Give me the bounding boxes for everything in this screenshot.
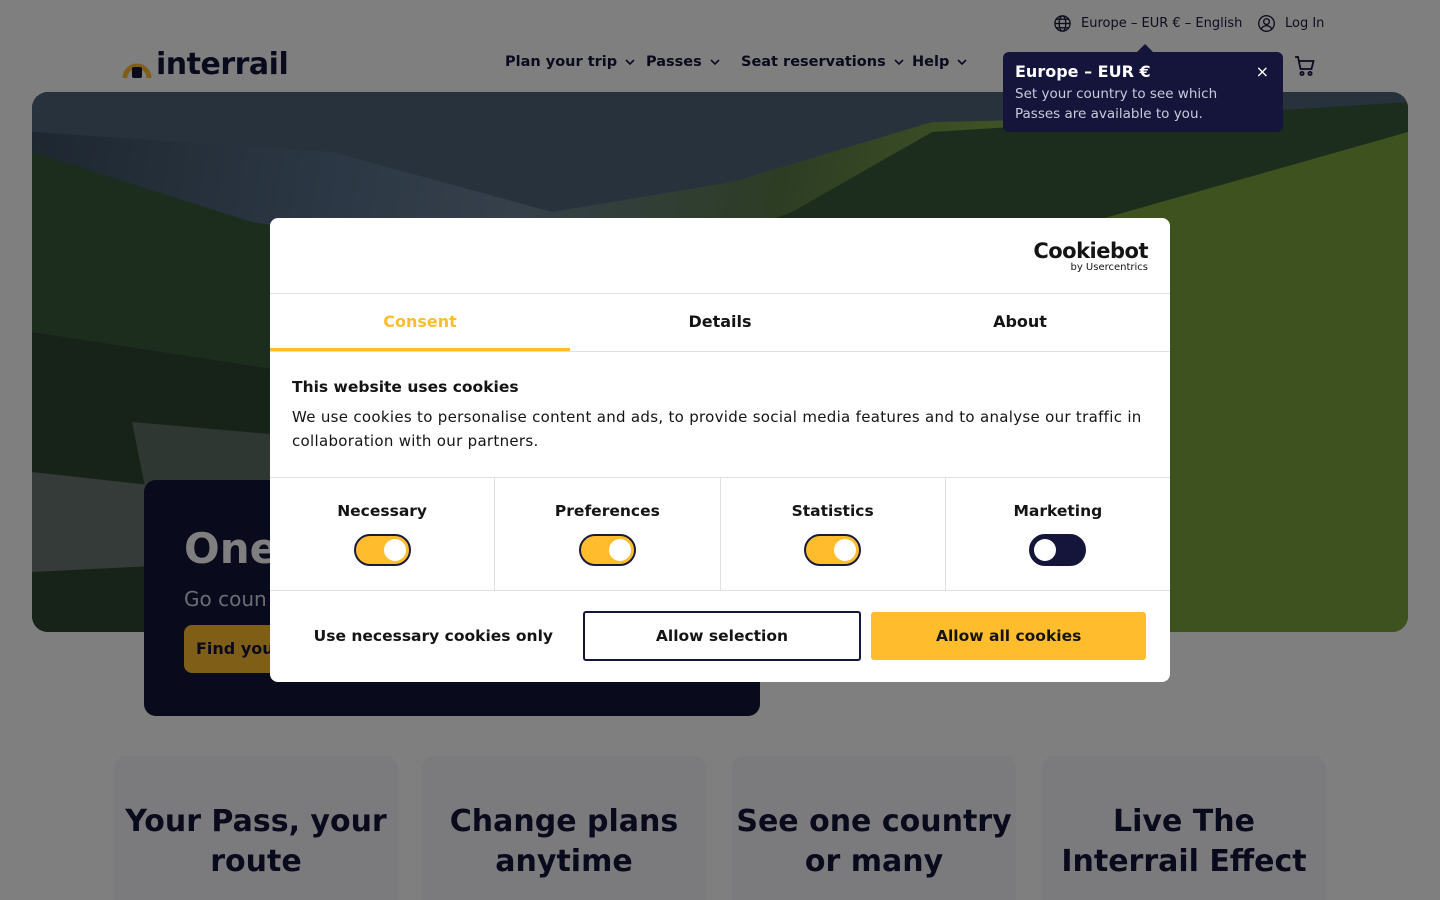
toggle-necessary[interactable]: [353, 534, 411, 566]
toggle-knob: [383, 539, 406, 561]
use-necessary-only-button[interactable]: Use necessary cookies only: [294, 611, 573, 661]
dialog-header: Cookiebot by Usercentrics: [270, 218, 1170, 294]
dialog-tabs: Consent Details About: [270, 294, 1170, 352]
toggle-preferences-cell: Preferences: [495, 478, 721, 590]
close-icon[interactable]: ×: [1256, 64, 1269, 80]
toggle-knob: [1034, 539, 1057, 561]
toggle-preferences[interactable]: [578, 534, 636, 566]
tab-about[interactable]: About: [870, 294, 1170, 351]
toggle-statistics[interactable]: [804, 534, 862, 566]
tab-consent[interactable]: Consent: [270, 294, 570, 351]
tab-details[interactable]: Details: [570, 294, 870, 351]
region-tooltip: Europe – EUR € Set your country to see w…: [1003, 44, 1283, 132]
toggle-knob: [608, 539, 631, 561]
cookiebot-logo: Cookiebot by Usercentrics: [1033, 240, 1148, 274]
toggle-marketing[interactable]: [1029, 534, 1087, 566]
toggle-label: Preferences: [554, 502, 660, 520]
toggle-label: Marketing: [1013, 502, 1103, 520]
cookiebot-logo-text: Cookiebot: [1033, 239, 1148, 263]
tooltip-title: Europe – EUR €: [1015, 62, 1151, 81]
consent-toggles: Necessary Preferences Statistics Marketi…: [270, 478, 1170, 591]
dialog-heading: This website uses cookies: [292, 378, 519, 396]
toggle-label: Statistics: [791, 502, 874, 520]
allow-all-cookies-button[interactable]: Allow all cookies: [871, 612, 1146, 660]
cookie-consent-dialog: Cookiebot by Usercentrics Consent Detail…: [270, 218, 1170, 682]
toggle-marketing-cell: Marketing: [946, 478, 1170, 590]
toggle-statistics-cell: Statistics: [721, 478, 946, 590]
dialog-body: This website uses cookies We use cookies…: [270, 352, 1170, 478]
dialog-actions: Use necessary cookies only Allow selecti…: [270, 591, 1170, 681]
toggle-necessary-cell: Necessary: [270, 478, 496, 590]
cookiebot-logo-subtext: by Usercentrics: [1070, 262, 1148, 273]
allow-selection-button[interactable]: Allow selection: [582, 611, 862, 661]
dialog-description: We use cookies to personalise content an…: [292, 408, 1142, 450]
tooltip-text: Set your country to see which Passes are…: [1015, 86, 1218, 122]
toggle-label: Necessary: [337, 502, 428, 520]
toggle-knob: [834, 539, 857, 561]
